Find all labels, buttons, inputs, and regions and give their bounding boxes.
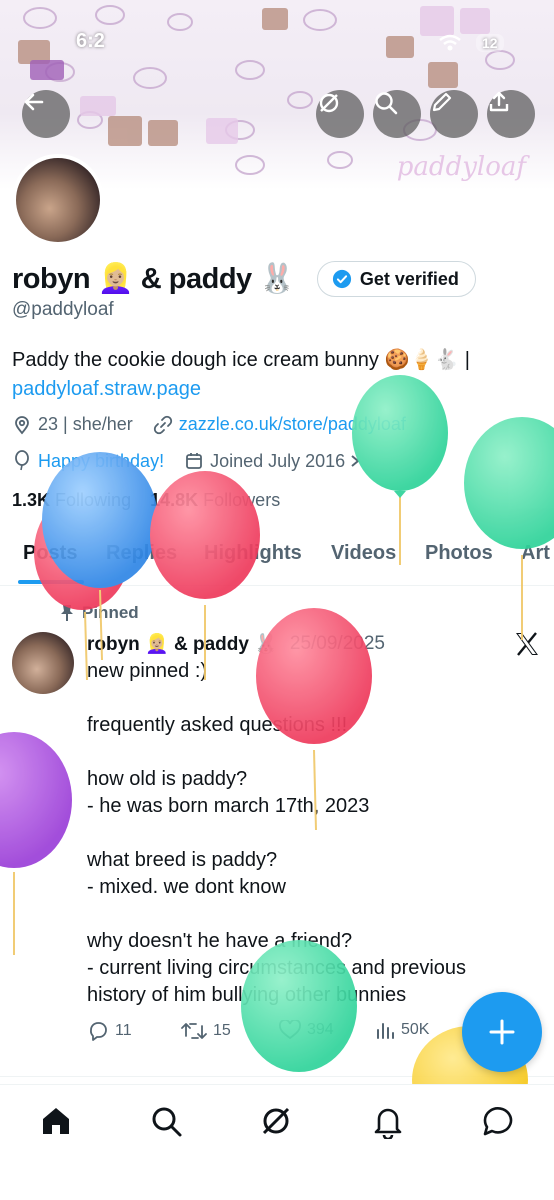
tweet-blank-line (87, 901, 527, 928)
like-button[interactable]: 394 (279, 1020, 334, 1040)
battery-level: 12 (476, 34, 504, 52)
profile-tabs: Posts Replies Highlights Videos Photos A… (0, 528, 554, 586)
followers-link[interactable]: 14.8K Followers (150, 490, 280, 510)
chevron-right-icon[interactable] (349, 454, 361, 468)
x-logo-icon (516, 632, 538, 656)
get-verified-label: Get verified (359, 268, 459, 289)
plus-icon (489, 1019, 515, 1045)
tweet-line: - current living circumstances and previ… (87, 957, 467, 979)
profile-avatar[interactable] (12, 154, 104, 246)
profile-location: 23 | she/her (38, 414, 133, 434)
profile-joined: Joined July 2016 (210, 450, 346, 471)
tweet-line: how old is paddy? (87, 768, 248, 790)
profile-website[interactable]: zazzle.co.uk/store/paddyloaf (179, 414, 406, 435)
edit-button[interactable] (430, 90, 478, 138)
repost-icon (181, 1023, 207, 1039)
wifi-icon (439, 34, 461, 51)
get-verified-button[interactable]: Get verified (316, 261, 476, 297)
tab-replies[interactable]: Replies (106, 542, 177, 565)
followers-label: Followers (203, 490, 281, 510)
bottom-navigation (0, 1084, 554, 1200)
active-tab-indicator (18, 580, 84, 584)
grok-button[interactable] (316, 90, 364, 138)
back-button[interactable] (22, 90, 70, 138)
tab-posts[interactable]: Posts (23, 542, 77, 565)
tweet-blank-line (87, 739, 527, 766)
status-time: 6:2 (76, 30, 105, 52)
balloon-icon (15, 450, 29, 471)
tweet-blank-line (87, 820, 527, 847)
profile-handle: @paddyloaf (12, 299, 114, 320)
grok-icon (319, 93, 339, 113)
tweet-line: new pinned :) (87, 660, 208, 682)
tweet-line: what breed is paddy? (87, 849, 278, 871)
tab-highlights[interactable]: Highlights (204, 542, 302, 565)
location-icon (15, 415, 29, 434)
tweet-date: 25/09/2025 (289, 633, 385, 654)
tweet-divider (0, 1076, 554, 1077)
tweet-text: new pinned :) frequently asked questions … (87, 658, 527, 1009)
following-count: 1.3K (12, 490, 51, 510)
reply-button[interactable]: 11 (87, 1020, 132, 1042)
share-button[interactable] (487, 90, 535, 138)
tweet-author-name[interactable]: robyn 👱🏼‍♀️ & paddy 🐰 (87, 632, 278, 656)
balloon-purple (0, 732, 72, 868)
reply-icon (90, 1022, 107, 1041)
tweet-line: why doesn't he have a friend? (87, 930, 353, 952)
tab-photos[interactable]: Photos (425, 542, 493, 565)
banner-signature: paddyloaf (396, 152, 526, 182)
search-icon (375, 92, 398, 115)
tweet-line: - he was born march 17th, 2023 (87, 795, 370, 817)
heart-icon (279, 1020, 301, 1040)
back-icon (24, 93, 44, 111)
edit-icon (432, 92, 452, 112)
tab-art[interactable]: Art (521, 542, 550, 565)
profile-name: robyn 👱🏼‍♀️ & paddy 🐰 (12, 263, 295, 295)
views-icon (377, 1023, 394, 1039)
search-button[interactable] (373, 90, 421, 138)
following-label: Following (55, 490, 132, 510)
followers-count: 14.8K (150, 490, 199, 510)
compose-button[interactable] (462, 992, 542, 1072)
messages-icon[interactable] (480, 1103, 516, 1139)
profile-bio: Paddy the cookie dough ice cream bunny 🍪… (12, 346, 542, 404)
calendar-icon (186, 453, 202, 469)
tweet-line: frequently asked questions !!! (87, 714, 348, 736)
views-button[interactable]: 50K (375, 1020, 429, 1040)
home-icon[interactable] (38, 1103, 74, 1139)
tweet-blank-line (87, 685, 527, 712)
tweet-line: - mixed. we dont know (87, 876, 286, 898)
link-icon (153, 415, 172, 434)
search-icon[interactable] (148, 1103, 184, 1139)
reply-count: 11 (115, 1022, 132, 1039)
bio-link[interactable]: paddyloaf.straw.page (12, 378, 201, 400)
views-count: 50K (401, 1021, 430, 1038)
notifications-icon[interactable] (370, 1103, 406, 1139)
tab-videos[interactable]: Videos (331, 542, 396, 565)
following-link[interactable]: 1.3K Following (12, 490, 131, 510)
follow-counts: 1.3K Following 14.8K Followers (12, 490, 280, 511)
tweet-line: history of him bullying other bunnies (87, 984, 407, 1006)
repost-button[interactable]: 15 (181, 1020, 231, 1042)
repost-count: 15 (213, 1022, 231, 1039)
pin-icon (61, 605, 73, 621)
grok-icon[interactable] (258, 1103, 294, 1139)
bio-text: Paddy the cookie dough ice cream bunny 🍪… (12, 349, 470, 371)
profile-birthday[interactable]: Happy birthday! (38, 451, 164, 472)
share-icon (489, 91, 509, 112)
pinned-label: Pinned (82, 603, 139, 622)
verified-badge-icon (332, 269, 351, 289)
tweet-avatar[interactable] (12, 632, 74, 694)
like-count: 394 (307, 1021, 334, 1038)
